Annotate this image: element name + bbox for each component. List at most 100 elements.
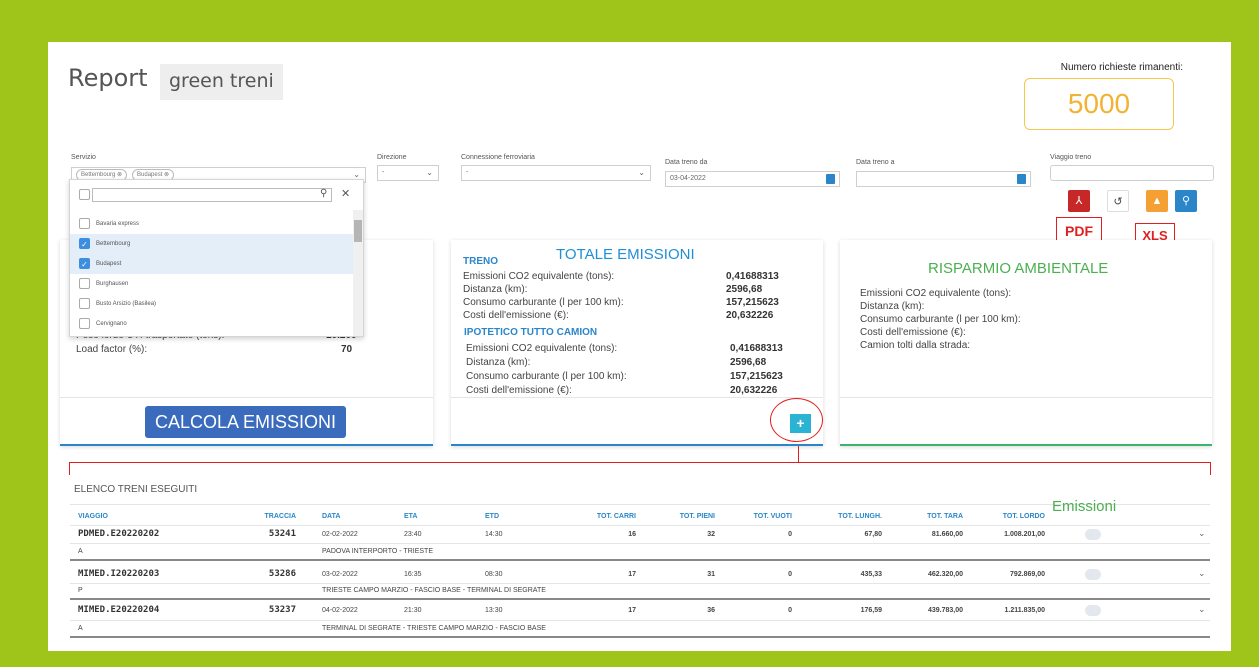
cell-etd: 08:30 (485, 571, 503, 578)
chevron-down-icon: ⌄ (638, 168, 645, 177)
col-tot-carri[interactable]: TOT. CARRI (576, 513, 636, 520)
camion-emissioni-value: 0,41688313 (730, 343, 783, 354)
treno-emissioni-value: 0,41688313 (726, 271, 779, 282)
cell-traccia: 53237 (268, 605, 296, 615)
cell-viaggio[interactable]: MIMED.E20220204 (78, 605, 159, 615)
cell-viaggio[interactable]: MIMED.I20220203 (78, 569, 159, 579)
col-tot-tara[interactable]: TOT. TARA (895, 513, 963, 520)
data-da-label: Data treno da (665, 159, 708, 166)
cell-lordo: 1.211.835,00 (1004, 607, 1046, 614)
dropdown-item[interactable]: Busto Arsizio (Basilea) (70, 294, 353, 314)
scrollbar-thumb[interactable] (354, 220, 362, 242)
treno-costi-label: Costi dell'emissione (€): (463, 310, 569, 321)
list-title: ELENCO TRENI ESEGUITI (70, 475, 1210, 505)
dropdown-item[interactable]: Cervignano (70, 314, 353, 334)
cell-carri: 16 (628, 531, 636, 538)
chevron-down-icon[interactable]: ⌄ (1198, 528, 1206, 539)
treno-consumo-value: 157,215623 (726, 297, 779, 308)
emissioni-toggle[interactable] (1085, 605, 1101, 616)
cell-direzione: A (78, 625, 83, 632)
cell-lordo: 1.008.201,00 (1004, 531, 1045, 538)
cell-lungh: 67,80 (864, 531, 882, 538)
emissioni-toggle[interactable] (1085, 529, 1101, 540)
row-divider (70, 620, 1210, 621)
checkbox[interactable] (79, 218, 90, 229)
checkbox-checked[interactable]: ✓ (79, 258, 90, 269)
cell-tara: 81.660,00 (931, 531, 963, 538)
checkbox[interactable] (79, 278, 90, 289)
col-tot-lungh[interactable]: TOT. LUNGH. (816, 513, 882, 520)
treno-distanza-label: Distanza (km): (463, 284, 528, 295)
download-icon[interactable]: ▲ (1146, 190, 1168, 212)
connessione-select[interactable]: - ⌄ (461, 165, 651, 181)
cell-tara: 439.783,00 (927, 607, 963, 614)
cell-data: 02-02-2022 (322, 531, 358, 538)
row-divider (70, 583, 1210, 584)
cell-direzione: P (78, 587, 83, 594)
col-viaggio[interactable]: VIAGGIO (78, 513, 108, 520)
viaggio-input[interactable] (1050, 165, 1214, 181)
dropdown-item[interactable]: Burghausen (70, 274, 353, 294)
load-factor-label: Load factor (%): (76, 344, 148, 355)
totale-emissioni-title: TOTALE EMISSIONI (556, 246, 695, 263)
col-tot-pieni[interactable]: TOT. PIENI (655, 513, 715, 520)
cell-eta: 23:40 (404, 531, 422, 538)
cell-lungh: 176,59 (860, 607, 882, 614)
dropdown-search-input[interactable] (92, 188, 332, 202)
undo-icon[interactable]: ↺ (1107, 190, 1129, 212)
close-icon[interactable]: ✕ (341, 187, 350, 200)
checkbox-checked[interactable]: ✓ (79, 238, 90, 249)
cell-traccia: 53286 (268, 569, 296, 579)
col-data[interactable]: DATA (322, 513, 340, 520)
chevron-down-icon[interactable]: ⌄ (1198, 568, 1206, 579)
highlight-circle (770, 398, 823, 442)
calendar-icon[interactable] (826, 174, 835, 184)
risparmio-title: RISPARMIO AMBIENTALE (928, 260, 1109, 277)
calcola-emissioni-button[interactable]: CALCOLA EMISSIONI (145, 406, 346, 438)
dropdown-item[interactable]: ✓ Bettembourg (70, 234, 353, 254)
camion-distanza-value: 2596,68 (730, 357, 767, 368)
totale-emissioni-card: TOTALE EMISSIONI TRENO Emissioni CO2 equ… (451, 240, 823, 446)
cell-vuoti: 0 (788, 531, 792, 538)
cell-vuoti: 0 (788, 571, 792, 578)
camion-emissioni-label: Emissioni CO2 equivalente (tons): (466, 343, 618, 354)
cell-carri: 17 (628, 607, 636, 614)
cell-viaggio[interactable]: PDMED.E20220202 (78, 529, 159, 539)
requests-counter: 5000 (1024, 78, 1174, 130)
col-tot-lordo[interactable]: TOT. LORDO (975, 513, 1045, 520)
col-eta[interactable]: ETA (404, 513, 417, 520)
risparmio-camion-label: Camion tolti dalla strada: (860, 340, 971, 351)
checkbox[interactable] (79, 298, 90, 309)
row-separator (70, 559, 1210, 561)
data-a-input[interactable] (856, 171, 1031, 187)
search-icon[interactable]: ⚲ (1175, 190, 1197, 212)
risparmio-card: RISPARMIO AMBIENTALE Emissioni CO2 equiv… (840, 240, 1212, 446)
col-tot-vuoti[interactable]: TOT. VUOTI (732, 513, 792, 520)
cell-lungh: 435,33 (860, 571, 882, 578)
emissioni-column-label: Emissioni (1052, 498, 1117, 515)
pdf-icon[interactable]: ⅄ (1068, 190, 1090, 212)
direzione-label: Direzione (377, 154, 407, 161)
dropdown-item[interactable]: ✓ Budapest (70, 254, 353, 274)
data-da-input[interactable]: 03-04-2022 (665, 171, 840, 187)
direzione-select[interactable]: - ⌄ (377, 165, 439, 181)
risparmio-emissioni-label: Emissioni CO2 equivalente (tons): (860, 288, 1012, 299)
chevron-down-icon[interactable]: ⌄ (1198, 604, 1206, 615)
load-factor-value: 70 (341, 344, 353, 355)
viaggio-label: Viaggio treno (1050, 154, 1092, 161)
select-all-checkbox[interactable] (79, 189, 90, 200)
col-etd[interactable]: ETD (485, 513, 499, 520)
connessione-label: Connessione ferroviaria (461, 154, 535, 161)
treno-costi-value: 20,632226 (726, 310, 774, 321)
cell-route: TRIESTE CAMPO MARZIO - FASCIO BASE - TER… (322, 587, 546, 594)
cell-traccia: 53241 (268, 529, 296, 539)
emissioni-toggle[interactable] (1085, 569, 1101, 580)
checkbox[interactable] (79, 318, 90, 329)
annotation-bracket (69, 462, 1211, 475)
dropdown-scrollbar[interactable] (353, 210, 363, 336)
col-traccia[interactable]: TRACCIA (250, 513, 297, 520)
calendar-icon[interactable] (1017, 174, 1026, 184)
dropdown-item[interactable]: Bavaria express (70, 214, 353, 234)
card-divider (840, 397, 1212, 398)
risparmio-distanza-label: Distanza (km): (860, 301, 925, 312)
